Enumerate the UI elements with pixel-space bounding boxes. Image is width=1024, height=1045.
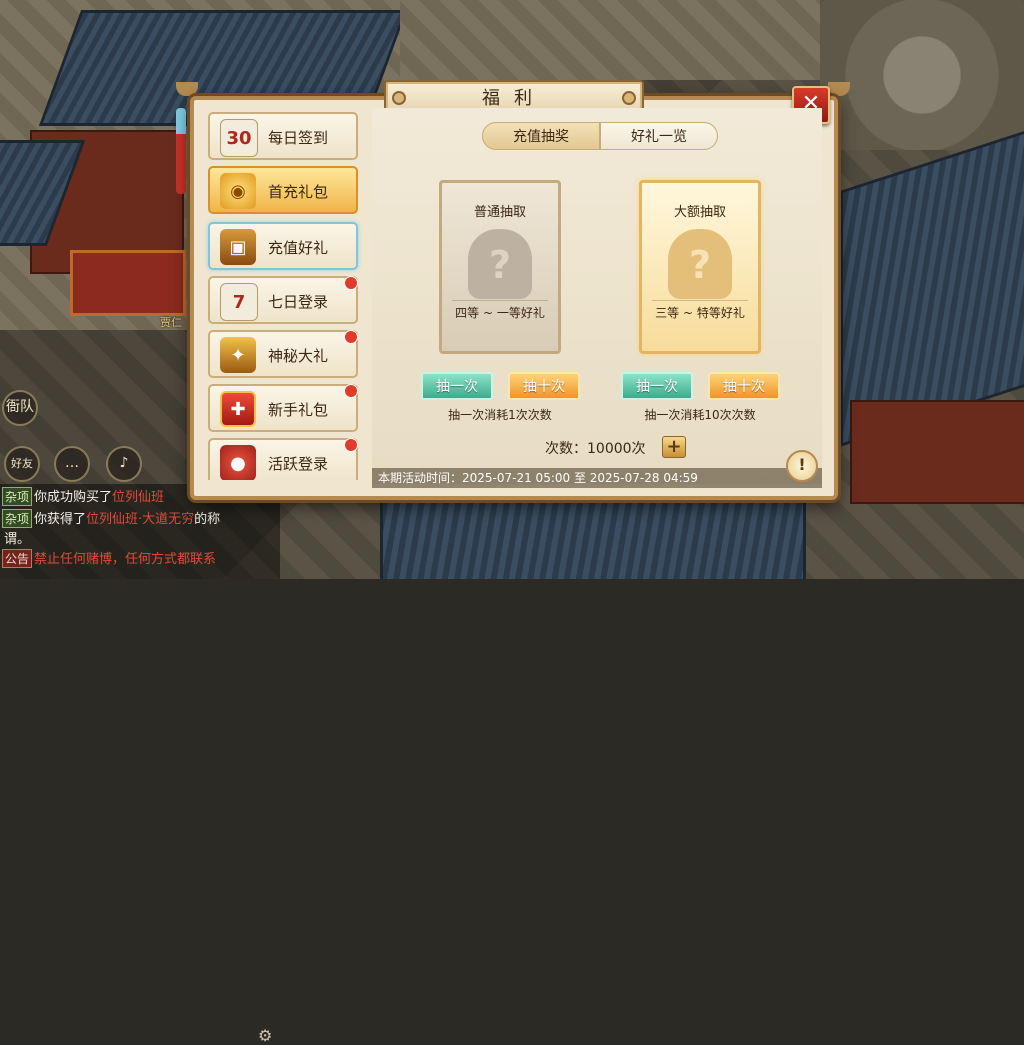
- chat-line: 谓。: [4, 528, 30, 547]
- right-building-wall: [850, 400, 1024, 504]
- guild-button[interactable]: 衙队: [2, 390, 38, 426]
- sidebar-item-newbie-gift[interactable]: ✚ 新手礼包: [208, 384, 358, 432]
- microphone-icon[interactable]: ♪: [106, 446, 142, 482]
- top-courtyard: [400, 0, 820, 80]
- guild-label: 衙队: [6, 399, 34, 415]
- chat-settings-gear-icon[interactable]: ⚙: [258, 1026, 272, 1045]
- big-draw-card: 大额抽取 ? 三等 ~ 特等好礼: [639, 180, 761, 354]
- chat-text: 谓。: [4, 532, 31, 547]
- info-button[interactable]: !: [786, 450, 818, 482]
- stone-plaza: [820, 0, 1024, 150]
- chat-tag: 杂项: [2, 509, 33, 528]
- calendar-7-icon: 7: [220, 283, 258, 321]
- notification-dot: [344, 330, 358, 344]
- chat-line: 杂项 你获得了位列仙班·大道无穷的称: [2, 508, 220, 528]
- exclamation-icon: !: [798, 455, 806, 474]
- friends-button[interactable]: 好友: [4, 446, 40, 482]
- sidebar-item-label: 新手礼包: [268, 401, 329, 419]
- sidebar-item-label: 七日登录: [268, 293, 329, 311]
- card-title: 普通抽取: [473, 205, 526, 220]
- chat-tag: 杂项: [2, 487, 33, 506]
- chat-highlight: 位列仙班: [112, 490, 165, 505]
- sidebar-item-label: 活跃登录: [268, 455, 329, 473]
- sidebar-item-label: 每日签到: [268, 129, 329, 147]
- tab-recharge-lottery[interactable]: 充值抽奖: [482, 122, 600, 150]
- sidebar-item-seven-day-login[interactable]: 7 七日登录: [208, 276, 358, 324]
- sidebar-item-first-recharge[interactable]: ◉ 首充礼包: [208, 166, 358, 214]
- npc-name-label: 贾仁: [160, 316, 182, 329]
- tab-label: 充值抽奖: [513, 129, 569, 145]
- normal-draw-ten-button[interactable]: 抽十次: [508, 372, 580, 400]
- gift-box-icon: ✚: [220, 391, 256, 427]
- big-draw-ten-button[interactable]: 抽十次: [708, 372, 780, 400]
- card-reward-range: 三等 ~ 特等好礼: [655, 306, 745, 320]
- chat-highlight: 位列仙班·大道无穷: [86, 512, 195, 527]
- bottom-roof: [380, 495, 806, 579]
- sidebar-item-mystery-gift[interactable]: ✦ 神秘大礼: [208, 330, 358, 378]
- notice-tag: 公告: [2, 549, 33, 568]
- plus-icon: +: [666, 436, 682, 457]
- gold-bag-icon: ◉: [220, 173, 256, 209]
- button-label: 抽十次: [523, 379, 565, 395]
- mystery-chest-icon: ✦: [220, 337, 256, 373]
- sidebar-item-active-login[interactable]: ● 活跃登录: [208, 438, 358, 480]
- notification-dot: [344, 438, 358, 452]
- calendar-30-icon: 30: [220, 119, 258, 157]
- button-label: 抽一次: [636, 379, 678, 395]
- lucky-bag-icon: ●: [220, 445, 256, 480]
- sidebar-item-daily-signin[interactable]: 30 每日签到: [208, 112, 358, 160]
- card-divider: [452, 300, 548, 301]
- title-ornament-icon: [392, 91, 406, 105]
- panel-tassel-ornament: [176, 108, 186, 194]
- calendar-number: 30: [226, 127, 252, 149]
- normal-draw-once-button[interactable]: 抽一次: [421, 372, 493, 400]
- chat-line: 杂项 你成功购买了位列仙班: [2, 486, 164, 506]
- tab-gift-overview[interactable]: 好礼一览: [600, 122, 718, 150]
- big-draw-once-button[interactable]: 抽一次: [621, 372, 693, 400]
- tab-label: 好礼一览: [631, 129, 687, 145]
- panel-title-text: 福利: [482, 88, 546, 109]
- sidebar-item-label: 充值好礼: [268, 239, 329, 257]
- chat-highlight: 禁止任何赌博，任何方式都联系: [34, 552, 217, 567]
- sidebar-item-recharge-gift[interactable]: ▣ 充值好礼: [208, 222, 358, 270]
- event-period: 本期活动时间：2025-07-21 05:00 至 2025-07-28 04:…: [372, 468, 822, 488]
- notification-dot: [344, 276, 358, 290]
- chat-text: 的称: [194, 512, 221, 527]
- sidebar-menu[interactable]: 30 每日签到 ◉ 首充礼包 ▣ 充值好礼 7 七日登录 ✦ 神秘大礼 ✚ 新手…: [200, 108, 370, 480]
- sidebar-item-label: 首充礼包: [268, 183, 329, 201]
- calendar-number: 7: [232, 291, 246, 313]
- chat-text: 你成功购买了: [34, 490, 113, 505]
- add-count-button[interactable]: +: [662, 436, 686, 458]
- title-ornament-icon: [622, 91, 636, 105]
- big-draw-cost: 抽一次消耗10次次数: [644, 408, 756, 422]
- normal-draw-cost: 抽一次消耗1次次数: [448, 408, 552, 422]
- normal-draw-card: 普通抽取 ? 四等 ~ 一等好礼: [439, 180, 561, 354]
- notification-dot: [344, 384, 358, 398]
- card-reward-range: 四等 ~ 一等好礼: [455, 306, 545, 320]
- card-title: 大额抽取: [673, 205, 726, 220]
- button-label: 抽十次: [723, 379, 765, 395]
- chat-bubble-icon[interactable]: …: [54, 446, 90, 482]
- friends-label: 好友: [11, 457, 33, 470]
- card-divider: [652, 300, 748, 301]
- red-carpet: [70, 250, 186, 316]
- draw-count: 次数：10000次: [545, 441, 646, 457]
- question-mark-icon: ?: [488, 243, 512, 287]
- button-label: 抽一次: [436, 379, 478, 395]
- chat-line: 公告 禁止任何赌博，任何方式都联系: [2, 548, 216, 568]
- chat-text: 你获得了: [34, 512, 87, 527]
- treasure-chest-icon: ▣: [220, 229, 256, 265]
- question-mark-icon: ?: [688, 243, 712, 287]
- sidebar-item-label: 神秘大礼: [268, 347, 329, 365]
